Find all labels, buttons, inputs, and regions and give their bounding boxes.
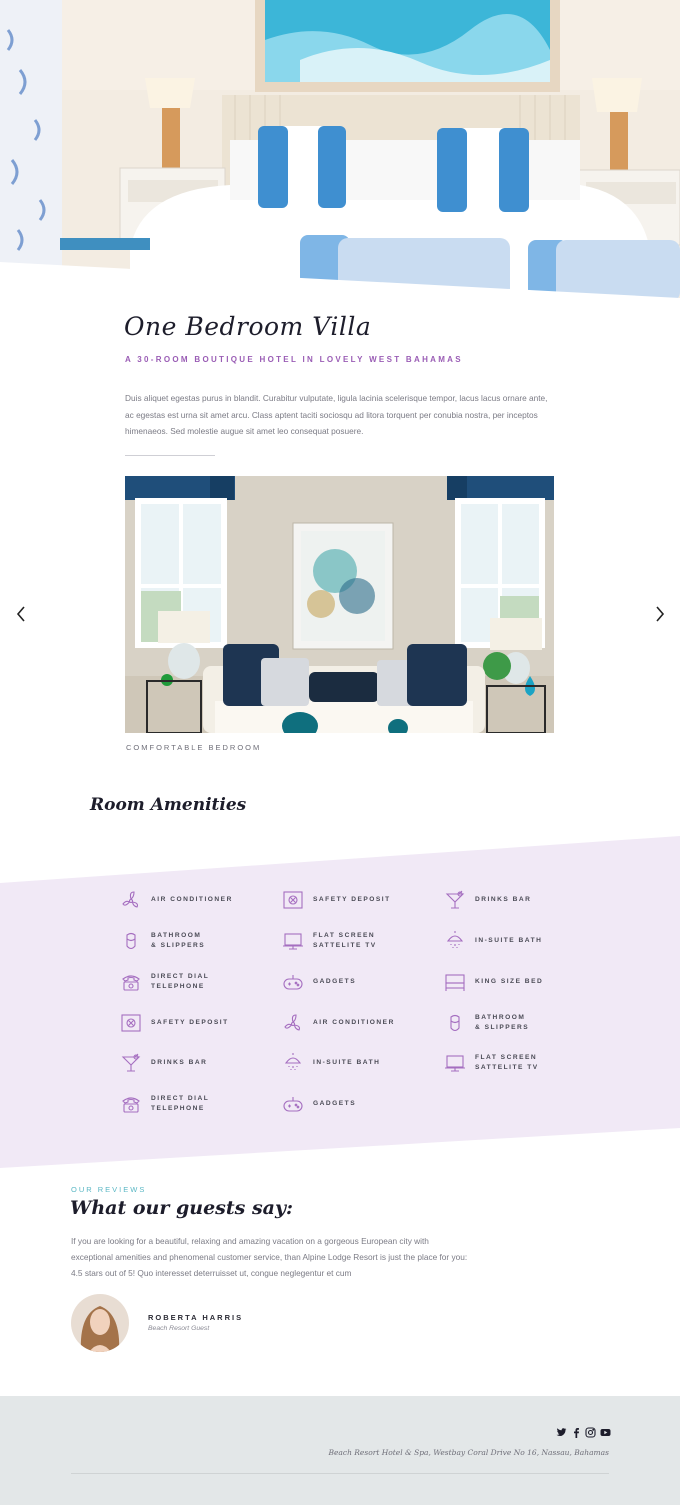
gallery-next-button[interactable] xyxy=(652,603,668,625)
cocktail-icon xyxy=(120,1052,142,1074)
amenity-king-size-bed: KING SIZE BED xyxy=(444,968,594,996)
villa-subtitle: A 30-ROOM BOUTIQUE HOTEL IN LOVELY WEST … xyxy=(125,355,463,364)
facebook-link[interactable] xyxy=(571,1427,582,1438)
slipper-icon xyxy=(444,1012,466,1034)
safe-icon xyxy=(120,1012,142,1034)
avatar xyxy=(71,1294,129,1352)
cocktail-icon xyxy=(444,889,466,911)
reviewer-role: Beach Resort Guest xyxy=(148,1325,210,1332)
amenity-flat-screen-tv: FLAT SCREEN SATTELITE TV xyxy=(282,927,432,955)
amenity-flat-screen-tv-2: FLAT SCREEN SATTELITE TV xyxy=(444,1049,594,1077)
tv-icon xyxy=(282,930,304,952)
gallery-slide-image[interactable] xyxy=(125,476,554,733)
amenity-bathroom-slippers: BATHROOM & SLIPPERS xyxy=(120,927,270,955)
amenity-gadgets: GADGETS xyxy=(282,968,432,996)
amenity-drinks-bar-2: DRINKS BAR xyxy=(120,1049,270,1077)
reviews-kicker: OUR REVIEWS xyxy=(71,1185,147,1194)
review-text: If you are looking for a beautiful, rela… xyxy=(71,1236,468,1278)
villa-title: One Bedroom Villa xyxy=(124,312,372,341)
fan-icon xyxy=(120,889,142,911)
twitter-link[interactable] xyxy=(556,1427,567,1438)
shower-icon xyxy=(282,1052,304,1074)
gallery-prev-button[interactable] xyxy=(13,603,29,625)
reviewer-name: ROBERTA HARRIS xyxy=(148,1313,244,1322)
amenity-drinks-bar: DRINKS BAR xyxy=(444,886,594,914)
tv-icon xyxy=(444,1052,466,1074)
amenity-safety-deposit: SAFETY DEPOSIT xyxy=(282,886,432,914)
footer-divider xyxy=(71,1473,609,1474)
bed-icon xyxy=(444,971,466,993)
amenity-air-conditioner: AIR CONDITIONER xyxy=(120,886,270,914)
instagram-link[interactable] xyxy=(585,1427,596,1438)
amenity-gadgets-2: GADGETS xyxy=(282,1090,432,1118)
amenity-direct-dial-telephone: DIRECT DIAL TELEPHONE xyxy=(120,968,270,996)
divider xyxy=(125,455,215,456)
fan-icon xyxy=(282,1012,304,1034)
twitter-icon xyxy=(556,1427,567,1438)
gamepad-icon xyxy=(282,1093,304,1115)
instagram-icon xyxy=(585,1427,596,1438)
amenity-in-suite-bath-2: IN-SUITE BATH xyxy=(282,1049,432,1077)
amenities-title: Room Amenities xyxy=(90,795,247,815)
safe-icon xyxy=(282,889,304,911)
shower-icon xyxy=(444,930,466,952)
facebook-icon xyxy=(571,1427,582,1438)
telephone-icon xyxy=(120,1093,142,1115)
amenity-bathroom-slippers-2: BATHROOM & SLIPPERS xyxy=(444,1009,594,1037)
youtube-icon xyxy=(600,1427,611,1438)
gallery-caption: COMFORTABLE BEDROOM xyxy=(126,743,262,752)
amenity-safety-deposit-2: SAFETY DEPOSIT xyxy=(120,1009,270,1037)
villa-description: Duis aliquet egestas purus in blandit. C… xyxy=(125,393,548,436)
amenity-direct-dial-telephone-2: DIRECT DIAL TELEPHONE xyxy=(120,1090,270,1118)
gamepad-icon xyxy=(282,971,304,993)
footer-address: Beach Resort Hotel & Spa, Westbay Coral … xyxy=(328,1448,609,1457)
chevron-left-icon xyxy=(13,603,29,625)
reviews-title: What our guests say: xyxy=(70,1197,293,1219)
youtube-link[interactable] xyxy=(600,1427,611,1438)
hero-image xyxy=(0,0,680,300)
slipper-icon xyxy=(120,930,142,952)
chevron-right-icon xyxy=(652,603,668,625)
telephone-icon xyxy=(120,971,142,993)
amenity-air-conditioner-2: AIR CONDITIONER xyxy=(282,1009,432,1037)
amenity-in-suite-bath: IN-SUITE BATH xyxy=(444,927,594,955)
